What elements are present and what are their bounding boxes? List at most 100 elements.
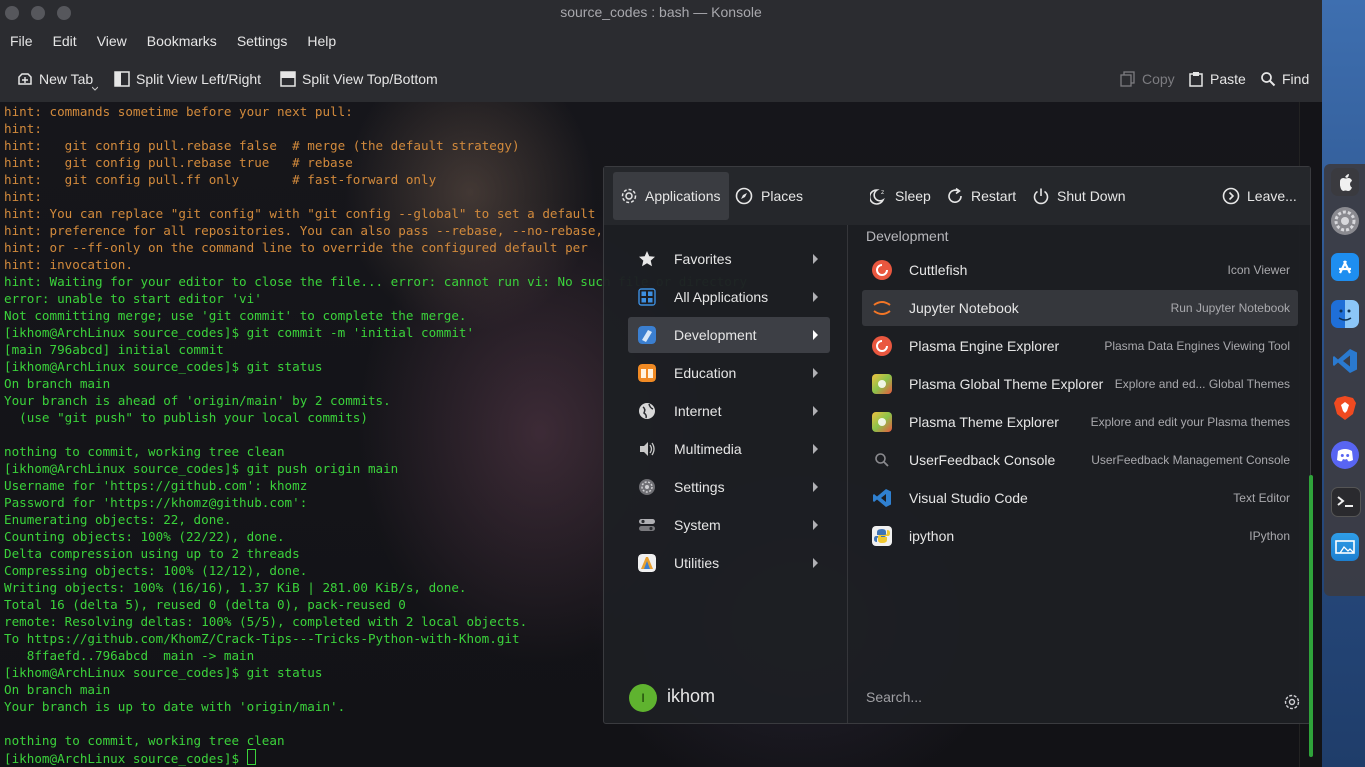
brave-icon[interactable] — [1331, 394, 1359, 422]
tab-applications[interactable]: Applications — [613, 172, 729, 220]
menu-bookmarks[interactable]: Bookmarks — [137, 26, 227, 56]
category-label: Education — [674, 365, 737, 381]
screenshot-icon[interactable] — [1331, 533, 1359, 561]
terminal-prompt-line[interactable]: [ikhom@ArchLinux source_codes]$ — [4, 749, 256, 766]
terminal-line: hint: git config pull.rebase true # reba… — [4, 155, 353, 170]
applications-icon — [621, 188, 637, 204]
sleep-icon: z — [870, 189, 885, 205]
terminal-line: error: unable to start editor 'vi' — [4, 291, 262, 306]
copy-button[interactable]: Copy — [1120, 56, 1175, 102]
app-store-icon[interactable] — [1331, 253, 1359, 281]
split-left-right-label: Split View Left/Right — [136, 71, 262, 87]
leave-button[interactable]: Leave... — [1222, 172, 1297, 220]
app-jupyter-notebook[interactable]: Jupyter Notebook Run Jupyter Notebook — [862, 290, 1298, 326]
app-description: Explore and ed... Global Themes — [1114, 377, 1290, 391]
split-left-right-button[interactable]: Split View Left/Right — [114, 56, 261, 102]
maximize-window-button[interactable] — [57, 6, 71, 20]
avatar[interactable]: I — [629, 684, 657, 712]
category-multimedia[interactable]: Multimedia — [628, 431, 830, 467]
development-icon — [638, 326, 656, 344]
apple-icon[interactable] — [1331, 168, 1359, 196]
app-name: ipython — [909, 528, 955, 544]
app-description: IPython — [1249, 529, 1290, 543]
category-label: Settings — [674, 479, 725, 495]
menu-edit[interactable]: Edit — [43, 26, 87, 56]
app-userfeedback-console[interactable]: UserFeedback Console UserFeedback Manage… — [862, 442, 1298, 478]
arrow-right-icon — [813, 482, 818, 492]
tab-places-label: Places — [761, 188, 804, 204]
find-label: Find — [1282, 71, 1310, 87]
category-favorites[interactable]: Favorites — [628, 241, 830, 277]
category-development[interactable]: Development — [628, 317, 830, 353]
menu-view[interactable]: View — [87, 26, 137, 56]
app-description: Icon Viewer — [1227, 263, 1290, 277]
leave-icon — [1222, 187, 1240, 205]
app-ipython[interactable]: ipython IPython — [862, 518, 1298, 554]
sleep-button[interactable]: z Sleep — [870, 172, 931, 220]
username: ikhom — [667, 686, 716, 706]
tab-places[interactable]: Places — [727, 172, 811, 220]
app-name: Visual Studio Code — [909, 490, 1028, 506]
category-education[interactable]: Education — [628, 355, 830, 391]
launcher-header: Applications Places z Sleep Restart Shut… — [604, 167, 1310, 225]
configure-icon[interactable] — [1284, 694, 1300, 710]
sleep-label: Sleep — [895, 188, 931, 204]
terminal-line: Password for 'https://khomz@github.com': — [4, 495, 308, 510]
category-internet[interactable]: Internet — [628, 393, 830, 429]
category-all-applications[interactable]: All Applications — [628, 279, 830, 315]
search-input[interactable]: Search... — [866, 689, 922, 705]
terminal-line: Total 16 (delta 5), reused 0 (delta 0), … — [4, 597, 406, 612]
vscode-icon[interactable] — [1331, 347, 1359, 375]
category-utilities[interactable]: Utilities — [628, 545, 830, 581]
app-plasma-theme-explorer[interactable]: Plasma Theme Explorer Explore and edit y… — [862, 404, 1298, 440]
paste-button[interactable]: Paste — [1188, 56, 1246, 102]
find-button[interactable]: Find — [1260, 56, 1309, 102]
power-icon — [1033, 188, 1049, 205]
launcher-scrollbar[interactable] — [1309, 475, 1313, 757]
terminal-line: Writing objects: 100% (16/16), 1.37 KiB … — [4, 580, 467, 595]
app-visual-studio-code[interactable]: Visual Studio Code Text Editor — [862, 480, 1298, 516]
app-plasma-engine-explorer[interactable]: Plasma Engine Explorer Plasma Data Engin… — [862, 328, 1298, 364]
restart-button[interactable]: Restart — [946, 172, 1016, 220]
app-name: Cuttlefish — [909, 262, 968, 278]
terminal-line: hint: git config pull.rebase false # mer… — [4, 138, 520, 153]
category-label: Internet — [674, 403, 722, 419]
menu-file[interactable]: File — [0, 26, 43, 56]
terminal-line: hint: — [4, 121, 42, 136]
copy-label: Copy — [1142, 71, 1175, 87]
arrow-right-icon — [813, 406, 818, 416]
new-tab-icon — [17, 71, 33, 87]
terminal-icon[interactable] — [1331, 487, 1361, 517]
terminal-line: Compressing objects: 100% (12/12), done. — [4, 563, 308, 578]
paste-label: Paste — [1210, 71, 1246, 87]
leave-label: Leave... — [1247, 188, 1297, 204]
terminal-line: hint: commands sometime before your next… — [4, 104, 353, 119]
title-bar: source_codes : bash — Konsole — [0, 0, 1322, 26]
app-cuttlefish[interactable]: Cuttlefish Icon Viewer — [862, 252, 1298, 288]
chevron-down-icon — [92, 86, 98, 91]
globe-icon — [639, 403, 655, 419]
terminal-line: [ikhom@ArchLinux source_codes]$ git stat… — [4, 665, 323, 680]
new-tab-label: New Tab — [39, 71, 94, 87]
star-icon — [639, 251, 655, 267]
search-icon — [872, 450, 892, 470]
new-tab-button[interactable]: New Tab — [17, 56, 98, 102]
paste-icon — [1188, 71, 1204, 87]
menu-help[interactable]: Help — [297, 26, 346, 56]
category-label: Multimedia — [674, 441, 742, 457]
category-settings[interactable]: Settings — [628, 469, 830, 505]
arrow-right-icon — [813, 292, 818, 302]
menu-settings[interactable]: Settings — [227, 26, 298, 56]
category-system[interactable]: System — [628, 507, 830, 543]
finder-icon[interactable] — [1331, 300, 1359, 328]
system-preferences-icon[interactable] — [1331, 207, 1359, 235]
app-plasma-global-theme-explorer[interactable]: Plasma Global Theme Explorer Explore and… — [862, 366, 1298, 402]
discord-icon[interactable] — [1331, 441, 1359, 469]
terminal-line: remote: Resolving deltas: 100% (5/5), co… — [4, 614, 528, 629]
split-top-bottom-button[interactable]: Split View Top/Bottom — [280, 56, 438, 102]
shutdown-button[interactable]: Shut Down — [1032, 172, 1125, 220]
grid-icon — [638, 288, 656, 306]
minimize-window-button[interactable] — [31, 6, 45, 20]
close-window-button[interactable] — [5, 6, 19, 20]
speaker-icon — [640, 442, 655, 456]
